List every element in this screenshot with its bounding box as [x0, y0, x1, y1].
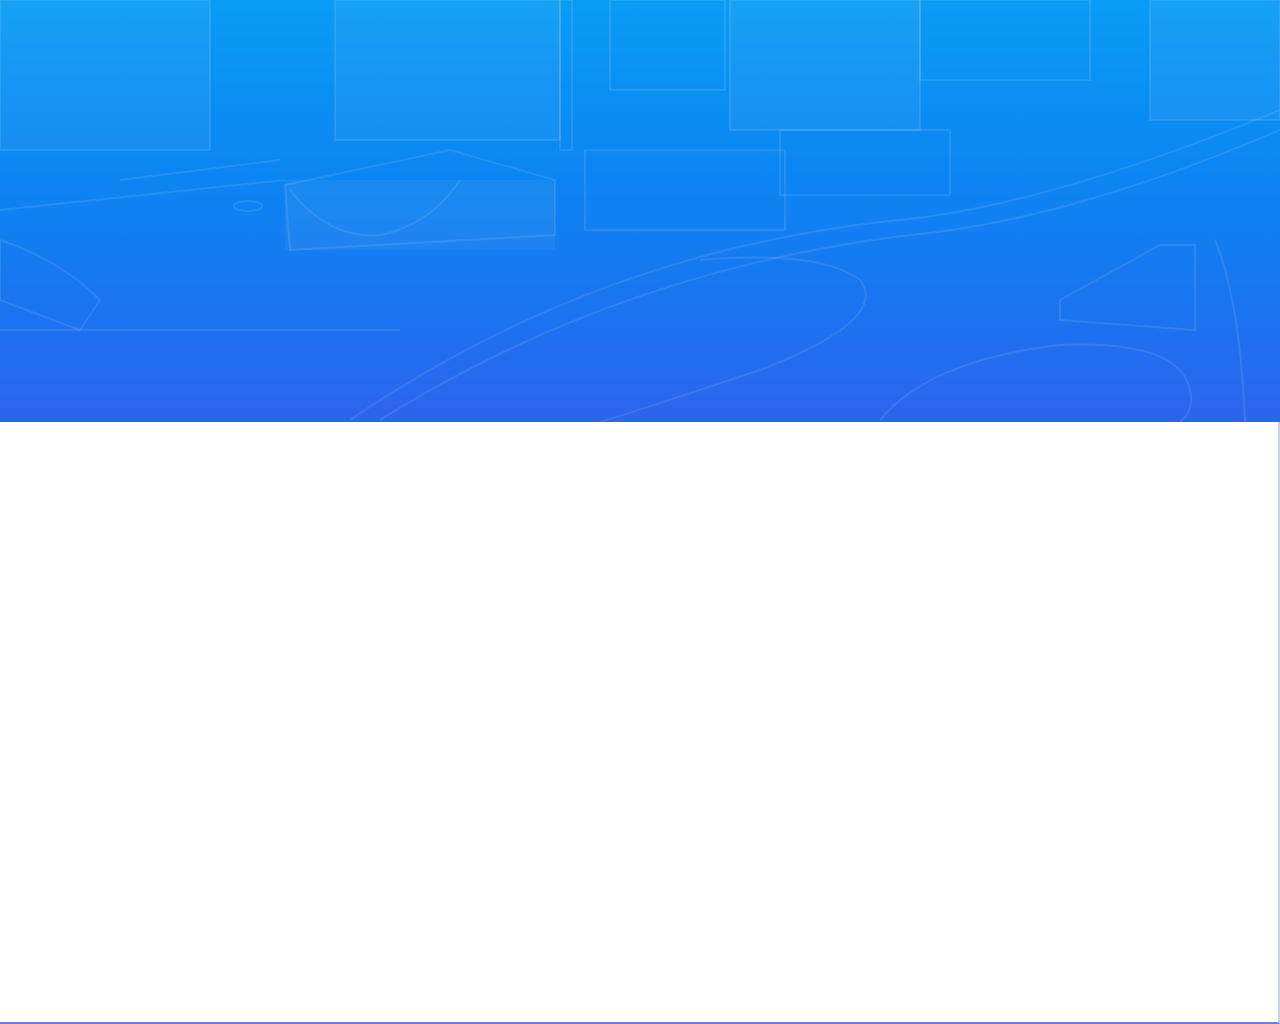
content-area [0, 422, 1280, 1024]
city-aerial-icon [0, 0, 1280, 422]
page [0, 0, 1280, 1024]
hero-banner [0, 0, 1280, 422]
